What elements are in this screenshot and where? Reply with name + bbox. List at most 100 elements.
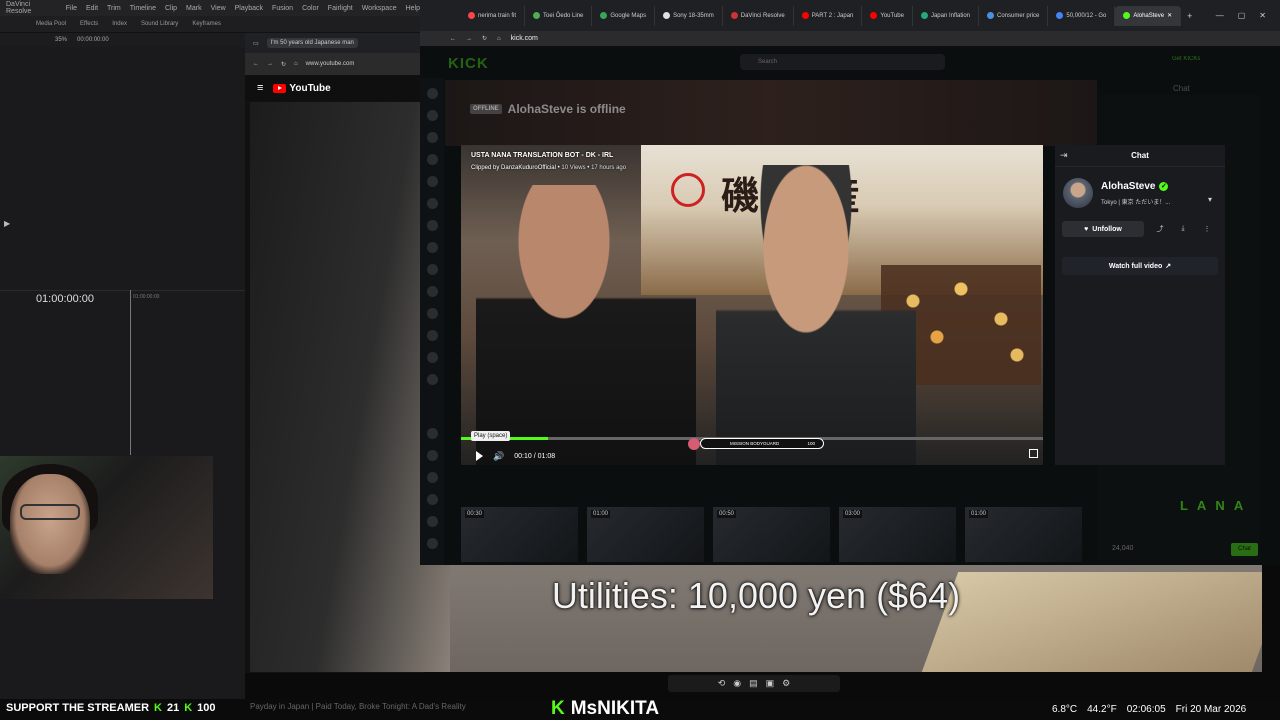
reload-icon[interactable]: ↻ <box>482 35 487 42</box>
sidebar-channel-avatar[interactable] <box>427 264 438 275</box>
channel-avatar[interactable] <box>1063 178 1093 208</box>
clip-clipped-by[interactable]: Clipped by DanzaKuduroOfficial <box>471 165 556 171</box>
sidebar-channel-avatar[interactable] <box>427 286 438 297</box>
play-icon[interactable] <box>476 451 483 461</box>
kick-url[interactable]: kick.com <box>511 35 538 42</box>
index-button[interactable]: Index <box>112 21 127 27</box>
timeline-playhead[interactable] <box>130 290 131 455</box>
clip-thumbnail[interactable]: 01:00 <box>965 507 1082 562</box>
screenshot-icon[interactable]: ▣ <box>766 678 775 689</box>
close-tab-icon[interactable]: ✕ <box>1167 12 1172 19</box>
browser-tab[interactable]: Sony 18-35mm <box>655 5 723 26</box>
kick-logo[interactable]: KICK <box>448 55 489 72</box>
browser-tab[interactable]: DaVinci Resolve <box>723 5 794 26</box>
hamburger-icon[interactable]: ≡ <box>257 82 263 94</box>
browser-tab[interactable]: YouTube <box>862 5 913 26</box>
share-icon[interactable]: ⤴ <box>1152 221 1168 237</box>
sidebar-channel-avatar[interactable] <box>427 352 438 363</box>
chevron-down-icon[interactable]: ▾ <box>1208 195 1212 204</box>
browser-tab[interactable]: Japan Inflation <box>913 5 979 26</box>
browser-tab-active[interactable]: AlohaSteve ✕ <box>1115 5 1182 26</box>
maximize-icon[interactable]: ▢ <box>1238 11 1246 20</box>
more-options-icon[interactable]: ⋮ <box>1199 221 1215 237</box>
close-window-icon[interactable]: ✕ <box>1259 11 1266 20</box>
sound-library-button[interactable]: Sound Library <box>141 21 178 27</box>
sidebar-channel-avatar[interactable] <box>427 450 438 461</box>
clip-thumbnail[interactable]: 00:30 <box>461 507 578 562</box>
clip-thumbnail[interactable]: 03:00 <box>839 507 956 562</box>
get-kicks-button[interactable]: Get KICKs <box>1172 56 1200 62</box>
menu-view[interactable]: View <box>211 5 226 12</box>
zoom-level[interactable]: 35% <box>55 37 67 43</box>
menu-help[interactable]: Help <box>406 5 420 12</box>
back-icon[interactable]: ← <box>450 36 456 42</box>
menu-color[interactable]: Color <box>302 5 319 12</box>
sidebar-channel-avatar[interactable] <box>427 220 438 231</box>
expand-icon[interactable]: ▶ <box>4 219 10 228</box>
captions-icon[interactable]: ▤ <box>749 678 758 689</box>
browser-tab[interactable]: nerima train fit <box>460 5 526 26</box>
menu-clip[interactable]: Clip <box>165 5 177 12</box>
forward-icon[interactable]: → <box>267 61 273 67</box>
resolve-app-name[interactable]: DaVinci Resolve <box>6 1 57 15</box>
sidebar-channel-avatar[interactable] <box>427 198 438 209</box>
menu-fusion[interactable]: Fusion <box>272 5 293 12</box>
keyframes-button[interactable]: Keyframes <box>192 21 221 27</box>
channel-name[interactable]: AlohaSteve <box>1101 181 1155 192</box>
sidebar-channel-avatar[interactable] <box>427 374 438 385</box>
collapse-chat-icon[interactable]: ⇥ <box>1060 150 1068 161</box>
browser-tab[interactable]: Toei Ōedo Line <box>525 5 593 26</box>
home-icon[interactable]: ⌂ <box>294 61 298 67</box>
sidebar-channel-avatar[interactable] <box>427 88 438 99</box>
settings-icon[interactable]: ⚙ <box>782 678 790 689</box>
sidebar-channel-avatar[interactable] <box>427 494 438 505</box>
sidebar-channel-avatar[interactable] <box>427 242 438 253</box>
kick-search-input[interactable]: Search <box>740 54 945 70</box>
watch-full-video-button[interactable]: Watch full video ↗ <box>1062 257 1218 275</box>
youtube-url[interactable]: www.youtube.com <box>306 61 355 67</box>
chat-send-button[interactable]: Chat <box>1231 543 1258 556</box>
audio-icon[interactable]: ◉ <box>733 678 741 689</box>
sidebar-channel-avatar[interactable] <box>427 308 438 319</box>
effects-button[interactable]: Effects <box>80 21 98 27</box>
menu-workspace[interactable]: Workspace <box>362 5 397 12</box>
forward-icon[interactable]: → <box>466 36 472 42</box>
menu-edit[interactable]: Edit <box>86 5 98 12</box>
browser-tab[interactable]: Consumer price <box>979 5 1049 26</box>
menu-file[interactable]: File <box>66 5 77 12</box>
youtube-logo[interactable]: YouTube <box>273 83 331 94</box>
menu-mark[interactable]: Mark <box>186 5 202 12</box>
reload-icon[interactable]: ↻ <box>281 61 286 68</box>
browser-tab[interactable]: 50,000/12 - Go <box>1048 5 1116 26</box>
fullscreen-icon[interactable] <box>1029 449 1038 458</box>
sidebar-channel-avatar[interactable] <box>427 330 438 341</box>
sidebar-channel-avatar[interactable] <box>427 516 438 527</box>
sidebar-channel-avatar[interactable] <box>427 428 438 439</box>
sidebar-channel-avatar[interactable] <box>427 154 438 165</box>
sidebar-channel-avatar[interactable] <box>427 472 438 483</box>
sidebar-channel-avatar[interactable] <box>427 538 438 549</box>
clip-video-player[interactable]: 磯 水産 <box>461 145 1043 465</box>
timeline-panel[interactable] <box>0 290 245 455</box>
sidebar-channel-avatar[interactable] <box>427 176 438 187</box>
minimize-icon[interactable]: — <box>1216 11 1224 20</box>
tab-list-icon[interactable]: ▭ <box>253 40 259 47</box>
browser-tab[interactable]: PART 2 : Japan <box>794 5 863 26</box>
new-tab-icon[interactable]: + <box>1181 11 1198 21</box>
clip-thumbnail[interactable]: 00:50 <box>713 507 830 562</box>
clip-thumbnail[interactable]: 01:00 <box>587 507 704 562</box>
sidebar-channel-avatar[interactable] <box>427 110 438 121</box>
home-icon[interactable]: ⌂ <box>497 36 501 42</box>
download-icon[interactable]: ⤓ <box>1175 221 1191 237</box>
menu-trim[interactable]: Trim <box>107 5 121 12</box>
unfollow-button[interactable]: ♥ Unfollow <box>1062 221 1144 237</box>
back-icon[interactable]: ← <box>253 61 259 67</box>
menu-playback[interactable]: Playback <box>235 5 263 12</box>
menu-fairlight[interactable]: Fairlight <box>328 5 353 12</box>
loop-icon[interactable]: ⟲ <box>718 678 726 689</box>
browser-tab[interactable]: Google Maps <box>592 5 656 26</box>
media-pool-button[interactable]: Media Pool <box>36 21 66 27</box>
menu-timeline[interactable]: Timeline <box>130 5 156 12</box>
youtube-tab[interactable]: I'm 50 years old Japanese man <box>266 38 358 48</box>
volume-icon[interactable]: 🔊 <box>493 451 504 462</box>
